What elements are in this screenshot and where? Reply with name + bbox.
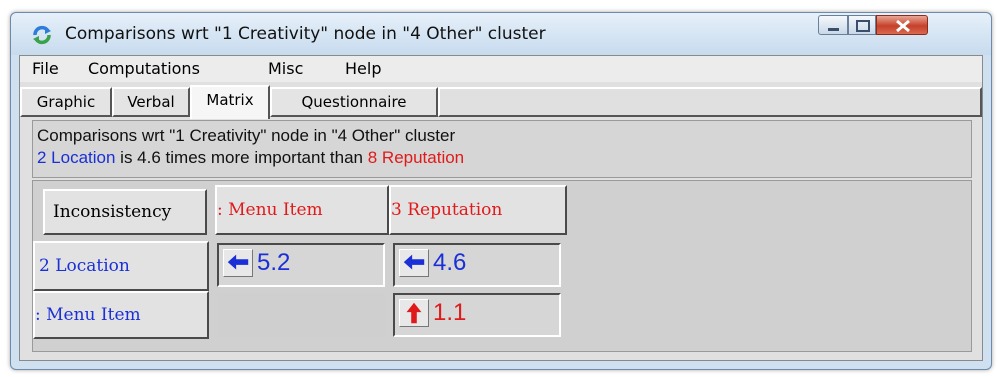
refresh-app-icon: [33, 25, 51, 45]
comparison-info-panel: Comparisons wrt "1 Creativity" node in "…: [32, 120, 972, 178]
window-title: Comparisons wrt "1 Creativity" node in "…: [65, 24, 546, 44]
inconsistency-button-label: Inconsistency: [53, 202, 172, 222]
matrix-cell-location-reputation[interactable]: 4.6: [393, 243, 561, 287]
maximize-icon: [856, 20, 870, 32]
arrow-left-icon: [227, 254, 249, 270]
comparison-object: 8 Reputation: [367, 148, 465, 167]
matrix-cell-diagonal-empty: [217, 293, 385, 337]
menu-computations[interactable]: Computations: [88, 59, 200, 78]
cell-value: 4.6: [433, 249, 467, 276]
row-header-label: 2 Location: [39, 256, 130, 276]
app-window: Comparisons wrt "1 Creativity" node in "…: [10, 12, 992, 370]
close-button[interactable]: [876, 15, 928, 35]
tab-strip: Graphic Verbal Matrix Questionnaire: [20, 83, 982, 119]
menu-file[interactable]: File: [32, 59, 59, 78]
column-header-label: : Menu Item: [217, 200, 323, 220]
arrow-up-icon: [406, 302, 422, 324]
inconsistency-button[interactable]: Inconsistency: [43, 189, 207, 235]
comparison-subject: 2 Location: [37, 148, 116, 167]
direction-toggle[interactable]: [223, 249, 253, 277]
column-header-label: 3 Reputation: [391, 200, 503, 220]
client-area: File Computations Misc Help Graphic Verb…: [19, 55, 983, 361]
direction-toggle[interactable]: [399, 249, 429, 277]
column-header-reputation[interactable]: 3 Reputation: [389, 185, 567, 235]
comparison-context-text: Comparisons wrt "1 Creativity" node in "…: [37, 126, 456, 145]
column-header-menu-item[interactable]: : Menu Item: [215, 185, 389, 235]
tab-graphic[interactable]: Graphic: [20, 87, 112, 117]
menu-help[interactable]: Help: [345, 59, 381, 78]
arrow-left-icon: [403, 254, 425, 270]
title-bar[interactable]: Comparisons wrt "1 Creativity" node in "…: [11, 13, 991, 55]
matrix-cell-location-menu-item[interactable]: 5.2: [217, 243, 385, 287]
row-header-label: : Menu Item: [35, 305, 141, 325]
tab-matrix[interactable]: Matrix: [190, 85, 270, 119]
menu-bar: File Computations Misc Help: [20, 56, 982, 82]
cell-value: 5.2: [257, 249, 291, 276]
minimize-icon: [828, 28, 839, 31]
close-icon: [896, 19, 910, 33]
tab-verbal[interactable]: Verbal: [112, 87, 190, 117]
maximize-button[interactable]: [848, 15, 876, 35]
tab-strip-filler: [438, 87, 982, 117]
comparison-statement: 2 Location is 4.6 times more important t…: [37, 147, 971, 169]
comparison-matrix: Inconsistency : Menu Item 3 Reputation 2…: [32, 180, 972, 352]
direction-toggle[interactable]: [399, 299, 429, 327]
cell-value: 1.1: [433, 299, 467, 326]
matrix-cell-menu-item-reputation[interactable]: 1.1: [393, 293, 561, 337]
row-header-location[interactable]: 2 Location: [33, 241, 209, 291]
row-header-menu-item[interactable]: : Menu Item: [33, 291, 209, 339]
comparison-verb-text: is 4.6 times more important than: [115, 148, 368, 167]
minimize-button[interactable]: [818, 15, 848, 35]
menu-misc[interactable]: Misc: [268, 59, 303, 78]
tab-questionnaire[interactable]: Questionnaire: [270, 87, 438, 117]
